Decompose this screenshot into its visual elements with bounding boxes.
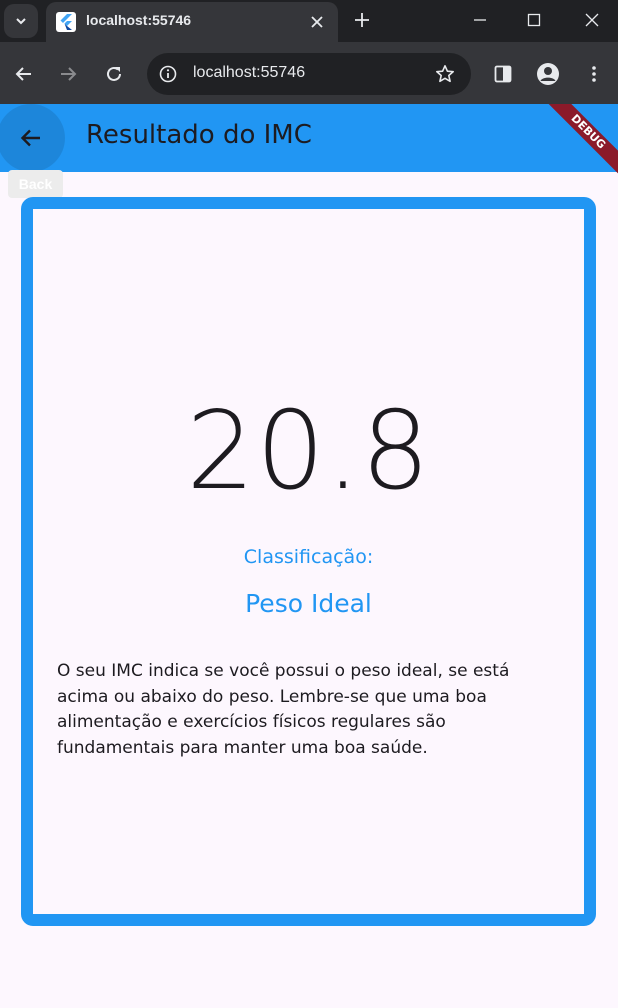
forward-nav-button[interactable] [54, 60, 82, 88]
reload-icon [107, 66, 121, 81]
kebab-menu-icon [592, 66, 596, 82]
info-icon [159, 65, 177, 83]
minimize-button[interactable] [462, 6, 498, 34]
result-message: O seu IMC indica se você possui o peso i… [57, 661, 510, 758]
arrow-left-icon [20, 129, 40, 147]
debug-banner: DEBUG [539, 104, 618, 181]
page-title: Resultado do IMC [86, 120, 312, 150]
chevron-down-icon [16, 18, 26, 25]
bookmark-button[interactable] [433, 62, 457, 86]
back-nav-button[interactable] [10, 60, 38, 88]
imc-value: 20.8 [186, 389, 431, 514]
app-bar: Resultado do IMC DEBUG [0, 104, 618, 181]
new-tab-button[interactable] [350, 8, 374, 32]
classification-label: Classificação: [243, 546, 374, 568]
profile-icon [537, 63, 559, 85]
star-icon [436, 65, 454, 83]
profile-button[interactable] [534, 60, 562, 88]
window-close-button[interactable] [574, 6, 610, 34]
app-viewport: Resultado do IMC DEBUG Back 20.8 Classif… [0, 104, 618, 1008]
maximize-button[interactable] [516, 6, 552, 34]
url-text[interactable]: localhost:55746 [193, 64, 305, 82]
back-tooltip: Back [8, 170, 63, 198]
close-icon [585, 13, 599, 27]
site-info-button[interactable] [155, 61, 181, 87]
close-icon [311, 16, 323, 28]
maximize-icon [527, 13, 541, 27]
browser-tab-strip: localhost:55746 [0, 0, 618, 42]
browser-tab[interactable]: localhost:55746 [46, 2, 338, 42]
minimize-icon [474, 19, 486, 21]
plus-icon [355, 13, 369, 27]
tab-search-button[interactable] [4, 4, 38, 38]
arrow-left-icon [15, 67, 31, 81]
address-bar[interactable]: localhost:55746 [147, 53, 471, 95]
browser-menu-button[interactable] [580, 60, 608, 88]
classification-value: Peso Ideal [245, 589, 372, 618]
flutter-icon [56, 12, 76, 32]
reload-button[interactable] [100, 60, 128, 88]
app-back-button[interactable] [0, 104, 65, 172]
arrow-right-icon [61, 67, 77, 81]
side-panel-button[interactable] [489, 60, 517, 88]
tab-close-button[interactable] [306, 11, 328, 33]
tab-title: localhost:55746 [86, 12, 192, 28]
browser-toolbar: localhost:55746 [0, 42, 618, 104]
side-panel-icon [494, 65, 512, 83]
result-card: 20.8 Classificação: Peso Ideal O seu IMC… [21, 197, 596, 926]
